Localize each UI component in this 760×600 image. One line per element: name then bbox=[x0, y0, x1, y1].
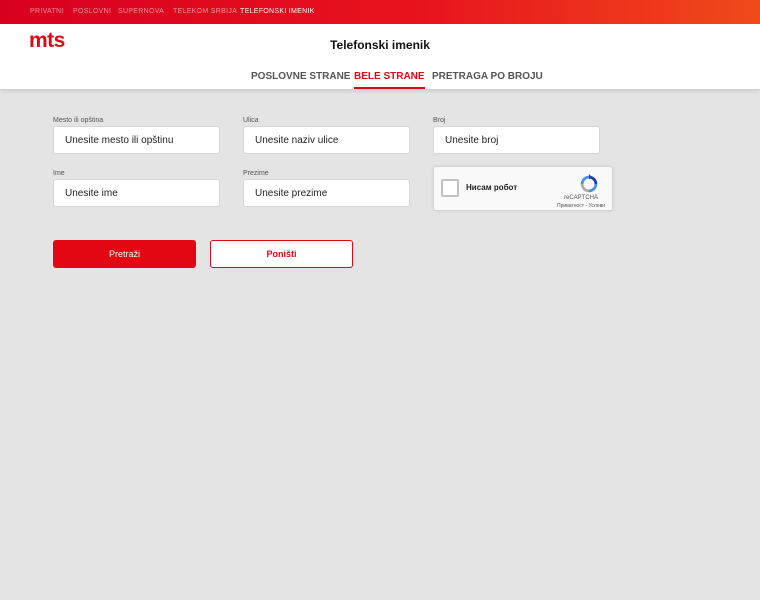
top-navigation-bar: PRIVATNI POSLOVNI SUPERNOVA TELEKOM SRBI… bbox=[0, 0, 760, 24]
topnav-item-telefonski-imenik[interactable]: TELEFONSKI IMENIK bbox=[240, 8, 315, 15]
last-name-label: Prezime bbox=[243, 170, 269, 177]
page-header: mts Telefonski imenik POSLOVNE STRANE BE… bbox=[0, 24, 760, 90]
recaptcha-widget: Нисам робот reCAPTCHA Приватност - Услов… bbox=[433, 166, 613, 211]
number-label: Broj bbox=[433, 117, 446, 124]
tab-poslovne-strane[interactable]: POSLOVNE STRANE bbox=[251, 71, 350, 87]
recaptcha-brand: reCAPTCHA bbox=[563, 195, 598, 201]
recaptcha-logo-icon bbox=[580, 173, 598, 193]
first-name-label: Ime bbox=[53, 170, 65, 177]
page-title: Telefonski imenik bbox=[330, 38, 430, 52]
reset-button[interactable]: Poništi bbox=[210, 240, 353, 268]
topnav-item-privatni[interactable]: PRIVATNI bbox=[30, 8, 64, 15]
place-input[interactable] bbox=[53, 126, 220, 154]
topnav-item-supernova[interactable]: SUPERNOVA bbox=[118, 8, 164, 15]
recaptcha-label: Нисам робот bbox=[466, 183, 518, 192]
search-button[interactable]: Pretraži bbox=[53, 240, 196, 268]
number-input[interactable] bbox=[433, 126, 600, 154]
topnav-item-telekom-srbija[interactable]: TELEKOM SRBIJA bbox=[173, 8, 237, 15]
topnav-item-poslovni[interactable]: POSLOVNI bbox=[73, 8, 111, 15]
street-input[interactable] bbox=[243, 126, 410, 154]
tab-pretraga-po-broju[interactable]: PRETRAGA PO BROJU bbox=[432, 71, 543, 87]
place-label: Mesto ili opština bbox=[53, 117, 104, 124]
street-label: Ulica bbox=[243, 117, 259, 124]
last-name-input[interactable] bbox=[243, 179, 410, 207]
first-name-input[interactable] bbox=[53, 179, 220, 207]
recaptcha-checkbox[interactable] bbox=[441, 179, 459, 197]
tab-bele-strane[interactable]: BELE STRANE bbox=[354, 71, 425, 89]
recaptcha-privacy-terms[interactable]: Приватност - Услови bbox=[550, 203, 612, 209]
